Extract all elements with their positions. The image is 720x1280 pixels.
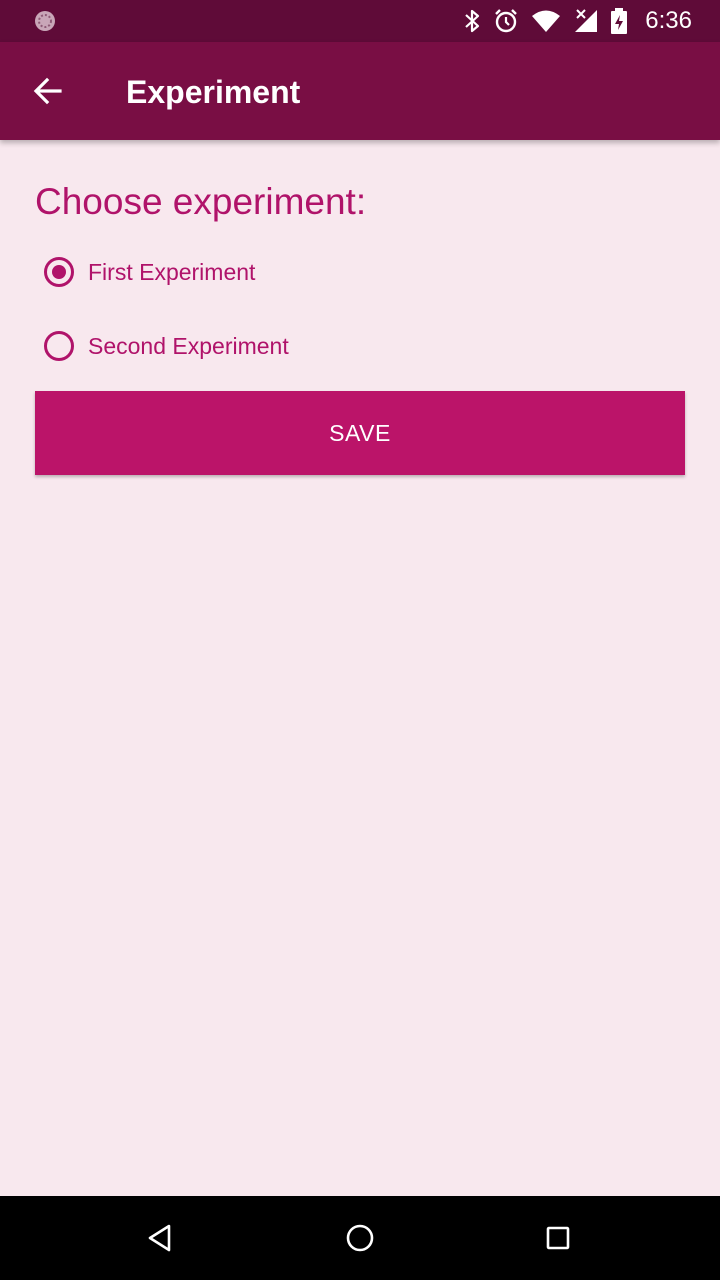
nav-back-icon	[148, 1224, 171, 1252]
section-heading: Choose experiment:	[35, 181, 367, 222]
radio-option-first-experiment[interactable]: First Experiment	[44, 252, 255, 292]
radio-unchecked-icon[interactable]	[44, 331, 74, 361]
arrow-left-icon	[33, 77, 62, 105]
radio-label: First Experiment	[88, 258, 256, 285]
radio-label: Second Experiment	[88, 332, 289, 359]
radio-option-second-experiment[interactable]: Second Experiment	[44, 326, 289, 366]
nav-home-icon	[346, 1224, 374, 1252]
status-bar: 6:36	[0, 0, 720, 42]
notification-dot-icon	[35, 11, 55, 31]
page-title: Experiment	[126, 74, 301, 110]
signal-icon	[575, 9, 598, 32]
back-button[interactable]	[20, 67, 76, 115]
nav-back-button[interactable]	[136, 1214, 184, 1262]
navigation-bar	[0, 1196, 720, 1280]
app-bar: Experiment	[0, 42, 720, 140]
radio-checked-icon[interactable]	[44, 257, 74, 287]
wifi-icon	[532, 10, 561, 32]
nav-recents-icon	[546, 1226, 570, 1250]
battery-charging-icon	[611, 8, 628, 34]
nav-recents-button[interactable]	[534, 1214, 582, 1262]
alarm-icon	[495, 9, 518, 33]
status-icons: 6:36	[463, 0, 692, 42]
nav-home-button[interactable]	[336, 1214, 384, 1262]
save-button[interactable]: SAVE	[35, 391, 685, 475]
status-time: 6:36	[645, 7, 692, 34]
bluetooth-icon	[465, 9, 480, 33]
main-content: Choose experiment: First Experiment Seco…	[0, 140, 720, 1196]
